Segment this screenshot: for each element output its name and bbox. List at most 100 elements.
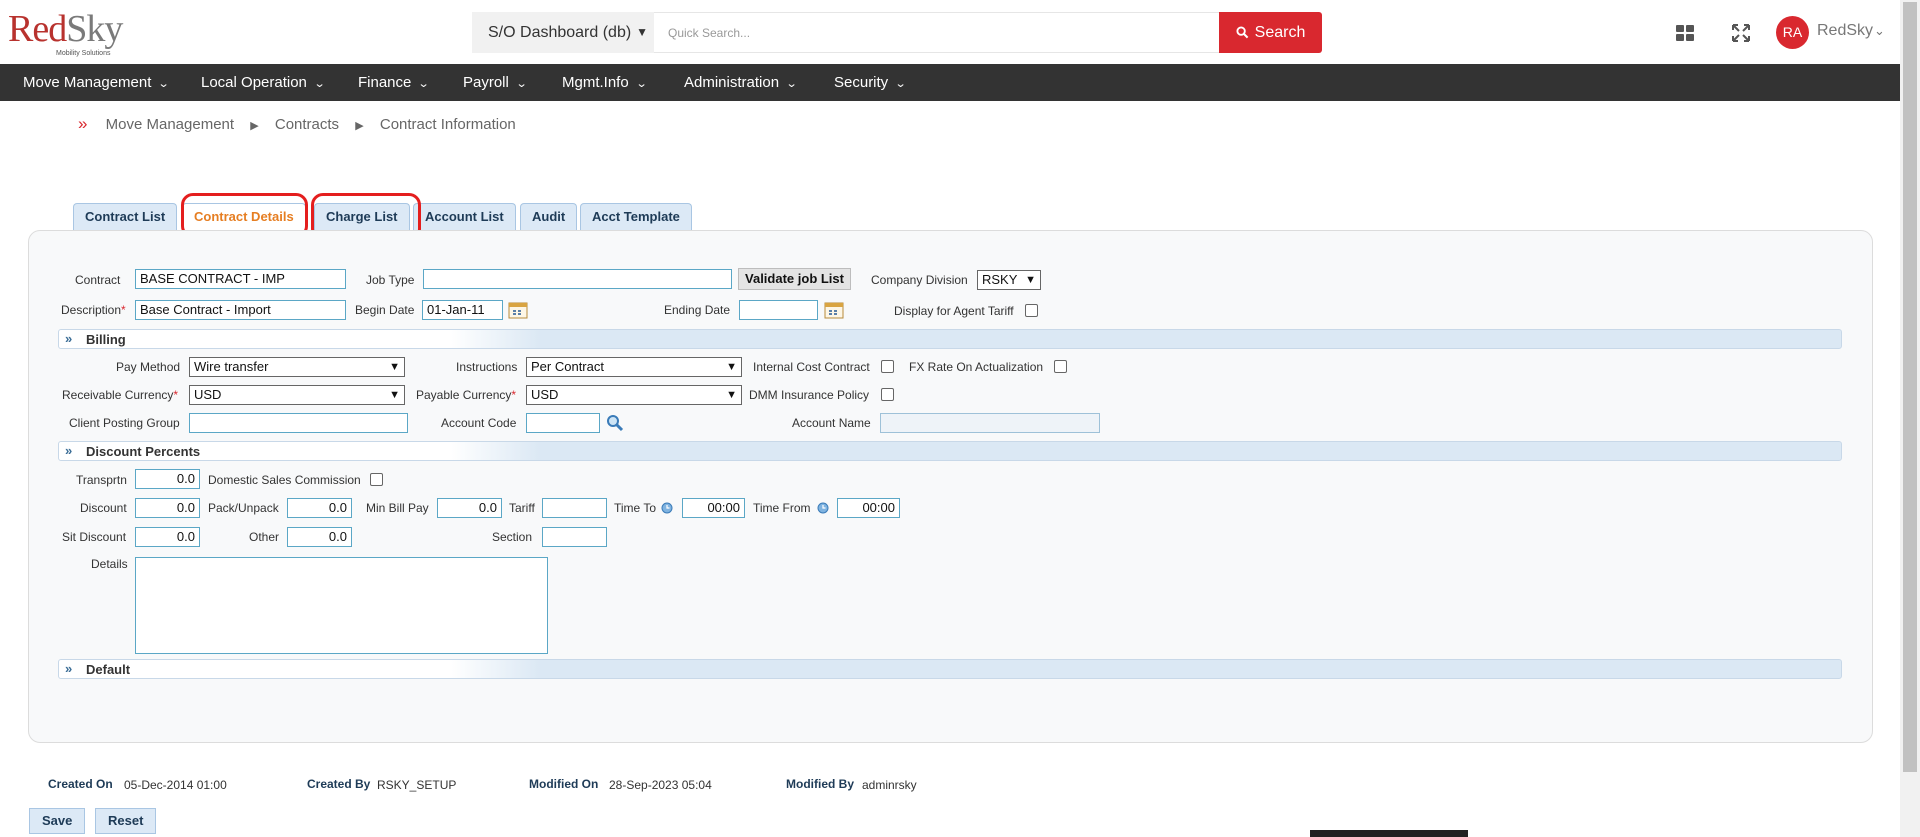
receivable-currency-label-text: Receivable Currency <box>62 388 174 402</box>
discount-section-header[interactable]: » Discount Percents <box>58 441 1842 461</box>
time-to-field[interactable]: 00:00 <box>682 498 745 518</box>
logo-tagline: Mobility Solutions <box>56 50 111 57</box>
tab-acct-template[interactable]: Acct Template <box>580 203 692 230</box>
account-code-field[interactable] <box>526 413 600 433</box>
fx-rate-checkbox[interactable] <box>1054 360 1067 373</box>
double-chevron-icon: » <box>65 443 73 458</box>
chevron-down-icon[interactable]: ⌄ <box>1874 23 1885 39</box>
save-button[interactable]: Save <box>29 808 86 834</box>
search-button[interactable]: Search <box>1219 12 1322 53</box>
other-field[interactable]: 0.0 <box>287 527 352 547</box>
logo-text-red: Red <box>8 8 67 50</box>
main-nav: Move Management ⌄ Local Operation ⌄ Financ… <box>0 64 1900 101</box>
clock-icon <box>817 502 829 514</box>
dashboard-select[interactable]: S/O Dashboard (db) ▼ <box>472 12 654 53</box>
pay-method-label: Pay Method <box>116 360 181 374</box>
nav-item-administration[interactable]: Administration ⌄ <box>684 64 798 101</box>
breadcrumb-item[interactable]: Move Management <box>106 116 234 133</box>
nav-item-security[interactable]: Security ⌄ <box>834 64 907 101</box>
instructions-select[interactable]: Per Contract ▼ <box>526 357 742 377</box>
avatar[interactable]: RA <box>1776 16 1809 49</box>
description-field[interactable]: Base Contract - Import <box>135 300 346 320</box>
time-from-field[interactable]: 00:00 <box>837 498 900 518</box>
dmm-insurance-checkbox[interactable] <box>881 388 894 401</box>
chevron-down-icon: ⌄ <box>785 78 798 90</box>
top-header: RedSky Mobility Solutions S/O Dashboard … <box>0 0 1900 64</box>
payable-currency-select[interactable]: USD ▼ <box>526 385 742 405</box>
modified-by-label: Modified By <box>786 777 854 791</box>
redsky-logo[interactable]: RedSky Mobility Solutions <box>8 8 123 57</box>
nav-item-finance[interactable]: Finance ⌄ <box>358 64 430 101</box>
ending-date-label: Ending Date <box>664 303 731 317</box>
search-icon[interactable] <box>605 413 625 433</box>
nav-item-payroll[interactable]: Payroll ⌄ <box>463 64 527 101</box>
sit-discount-field[interactable]: 0.0 <box>135 527 200 547</box>
clock-icon <box>661 502 673 514</box>
company-division-label: Company Division <box>871 273 968 287</box>
nav-item-local-operation[interactable]: Local Operation ⌄ <box>201 64 326 101</box>
client-posting-field[interactable] <box>189 413 408 433</box>
time-from-label-text: Time From <box>753 501 811 515</box>
chevron-down-icon: ⌄ <box>635 78 648 90</box>
default-section-header[interactable]: » Default <box>58 659 1842 679</box>
discount-field[interactable]: 0.0 <box>135 498 200 518</box>
overlay-strip <box>1310 830 1468 837</box>
agent-tariff-checkbox[interactable] <box>1025 304 1038 317</box>
account-name-field <box>880 413 1100 433</box>
begin-date-field[interactable]: 01-Jan-11 <box>422 300 503 320</box>
validate-job-list-button[interactable]: Validate job List <box>738 268 851 290</box>
min-bill-pay-field[interactable]: 0.0 <box>437 498 502 518</box>
nav-item-move-management[interactable]: Move Management ⌄ <box>23 64 171 101</box>
section-field[interactable] <box>542 527 607 547</box>
calendar-icon[interactable] <box>824 301 844 319</box>
pack-unpack-field[interactable]: 0.0 <box>287 498 352 518</box>
nav-item-label: Local Operation <box>201 74 307 91</box>
nav-item-label: Move Management <box>23 74 152 91</box>
internal-cost-label: Internal Cost Contract <box>753 360 870 374</box>
double-chevron-icon: » <box>65 331 73 346</box>
billing-section-title: Billing <box>86 332 126 347</box>
nav-item-label: Finance <box>358 74 412 91</box>
tab-contract-list[interactable]: Contract List <box>73 203 178 230</box>
internal-cost-checkbox[interactable] <box>881 360 894 373</box>
sit-discount-label: Sit Discount <box>62 530 127 544</box>
modified-by-value: adminrsky <box>862 778 917 792</box>
other-label: Other <box>249 530 280 544</box>
breadcrumb-separator-icon: ▶ <box>250 120 259 132</box>
discount-label: Discount <box>80 501 127 515</box>
company-division-select[interactable]: RSKY ▼ <box>977 270 1041 290</box>
logo-text-gray: Sky <box>66 8 123 50</box>
domestic-sales-checkbox[interactable] <box>370 473 383 486</box>
required-mark: * <box>173 388 179 402</box>
created-by-value: RSKY_SETUP <box>377 778 457 792</box>
grid-apps-icon[interactable] <box>1674 22 1696 44</box>
reset-button[interactable]: Reset <box>95 808 157 834</box>
receivable-currency-select[interactable]: USD ▼ <box>189 385 405 405</box>
double-chevron-icon: » <box>65 661 73 676</box>
nav-item-mgmt-info[interactable]: Mgmt.Info ⌄ <box>562 64 648 101</box>
client-posting-label: Client Posting Group <box>69 416 180 430</box>
quick-search-input[interactable]: Quick Search... <box>654 12 1220 53</box>
fx-rate-label: FX Rate On Actualization <box>909 360 1044 374</box>
contract-field[interactable]: BASE CONTRACT - IMP <box>135 269 346 289</box>
details-textarea[interactable] <box>135 557 548 654</box>
billing-section-header[interactable]: » Billing <box>58 329 1842 349</box>
tab-account-list[interactable]: Account List <box>413 203 516 230</box>
fullscreen-icon[interactable] <box>1730 22 1752 44</box>
job-type-field[interactable] <box>423 269 732 289</box>
chevron-down-icon: ▼ <box>1025 274 1036 286</box>
breadcrumb-item[interactable]: Contracts <box>275 116 339 133</box>
created-on-label: Created On <box>48 777 113 791</box>
user-menu-name[interactable]: RedSky <box>1817 22 1873 40</box>
chevron-down-icon: ⌄ <box>158 78 171 90</box>
tab-audit[interactable]: Audit <box>520 203 578 230</box>
pay-method-select[interactable]: Wire transfer ▼ <box>189 357 405 377</box>
pay-method-value: Wire transfer <box>194 359 269 374</box>
calendar-icon[interactable] <box>508 301 528 319</box>
modified-on-label: Modified On <box>529 777 599 791</box>
ending-date-field[interactable] <box>739 300 818 320</box>
transprtn-field[interactable]: 0.0 <box>135 469 200 489</box>
tariff-field[interactable] <box>542 498 607 518</box>
breadcrumb-item: Contract Information <box>379 116 516 133</box>
scrollbar-thumb[interactable] <box>1903 2 1917 772</box>
